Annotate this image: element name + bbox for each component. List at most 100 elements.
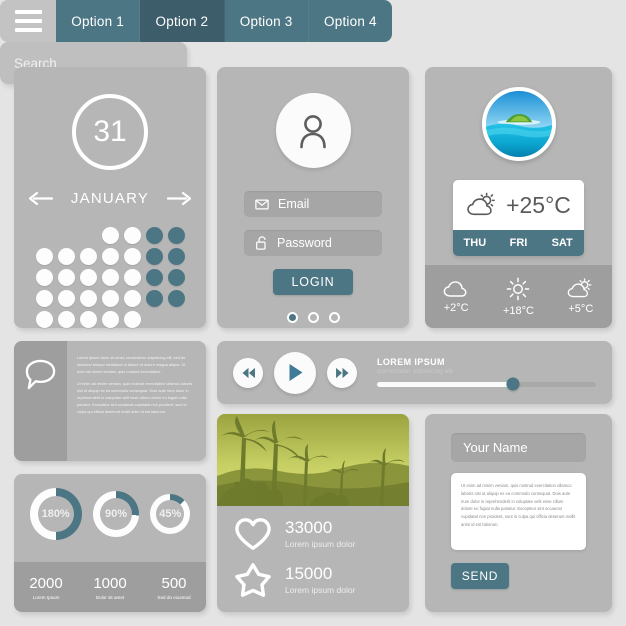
weather-forecast-row: +2°C +18°C +5°C bbox=[425, 265, 612, 328]
calendar-day-grid[interactable] bbox=[33, 225, 187, 330]
calendar-day-number: 31 bbox=[72, 94, 148, 170]
star-icon bbox=[235, 563, 271, 597]
arrow-left-icon bbox=[28, 191, 53, 206]
stat-label-1: Lorem Ipsum bbox=[32, 594, 60, 600]
player-progress-bar[interactable] bbox=[377, 377, 596, 391]
calendar-day-dot[interactable] bbox=[57, 311, 75, 328]
calendar-day-dot[interactable] bbox=[35, 311, 53, 328]
player-progress-handle[interactable] bbox=[506, 377, 520, 391]
calendar-month-nav: JANUARY bbox=[14, 190, 206, 207]
stat-value-2: 1000 bbox=[93, 574, 127, 592]
calendar-day-dot[interactable] bbox=[145, 290, 163, 307]
stat-cell-3: 500 Sed do eiusmod bbox=[142, 562, 206, 612]
calendar-prev-button[interactable] bbox=[27, 191, 53, 206]
heart-icon bbox=[235, 518, 271, 550]
calendar-day-dot[interactable] bbox=[35, 290, 53, 307]
forecast-temp-1: +2°C bbox=[443, 301, 469, 314]
stat-value-1: 2000 bbox=[29, 574, 63, 592]
island-photo-graphic bbox=[485, 91, 552, 157]
calendar-day-dot[interactable] bbox=[167, 290, 185, 307]
forecast-cell-2: +18°C bbox=[487, 265, 549, 328]
login-widget: Email Password LOGIN bbox=[217, 67, 409, 328]
calendar-day-dot[interactable] bbox=[101, 311, 119, 328]
calendar-day-dot[interactable] bbox=[101, 227, 119, 244]
password-field[interactable]: Password bbox=[244, 230, 382, 256]
calendar-day-dot[interactable] bbox=[123, 248, 141, 265]
nav-option-3[interactable]: Option 3 bbox=[224, 0, 309, 42]
weather-widget: +25°C THU FRI SAT +2°C +18°C +5°C bbox=[425, 67, 612, 328]
calendar-day-dot[interactable] bbox=[123, 290, 141, 307]
stat-value-3: 500 bbox=[161, 574, 187, 592]
calendar-day-dot[interactable] bbox=[79, 311, 97, 328]
weather-day-thu[interactable]: THU bbox=[453, 230, 497, 256]
calendar-day-dot[interactable] bbox=[145, 269, 163, 286]
weather-day-sat[interactable]: SAT bbox=[540, 230, 584, 256]
weather-temperature: +25°C bbox=[506, 191, 571, 218]
calendar-next-button[interactable] bbox=[167, 191, 193, 206]
donut-label-3: 45% bbox=[159, 508, 182, 520]
stat-cell-2: 1000 Dolor sit amet bbox=[78, 562, 142, 612]
player-next-button[interactable] bbox=[327, 357, 357, 388]
calendar-day-dot[interactable] bbox=[57, 290, 75, 307]
calendar-day-dot[interactable] bbox=[79, 248, 97, 265]
photo-stat-label-1: Lorem ipsum dolor bbox=[285, 538, 356, 549]
calendar-day-dot[interactable] bbox=[57, 269, 75, 286]
forecast-temp-3: +5°C bbox=[568, 303, 594, 315]
photo-stat-value-2: 15000 bbox=[285, 564, 333, 584]
pager-dot-3[interactable] bbox=[328, 312, 340, 323]
calendar-day-empty bbox=[168, 311, 185, 328]
calendar-day-dot[interactable] bbox=[79, 269, 97, 286]
calendar-widget: 31 JANUARY bbox=[14, 67, 206, 328]
calendar-day-dot[interactable] bbox=[57, 248, 75, 265]
calendar-day-dot[interactable] bbox=[101, 248, 119, 265]
send-button[interactable]: SEND bbox=[451, 563, 509, 589]
nav-option-2[interactable]: Option 2 bbox=[140, 0, 225, 42]
password-field-label: Password bbox=[277, 236, 332, 250]
calendar-day-dot[interactable] bbox=[123, 311, 141, 328]
calendar-day-dot[interactable] bbox=[167, 269, 185, 286]
comment-paragraph-2: Ut enim ad minim veniam, quis nostrud ex… bbox=[77, 381, 193, 414]
sun-cloud-icon bbox=[467, 192, 495, 216]
calendar-day-dot[interactable] bbox=[167, 248, 185, 265]
stat-label-2: Dolor sit amet bbox=[95, 594, 125, 600]
message-textarea[interactable]: Ut enim ad minim veniam, quis nostrud ex… bbox=[451, 473, 586, 550]
play-icon bbox=[289, 364, 302, 381]
media-player: LOREM IPSUM consectetur adipisicing elit bbox=[217, 341, 612, 404]
comment-text: Lorem ipsum dolor sit amet, consectetur … bbox=[67, 341, 206, 461]
rewind-icon bbox=[242, 367, 255, 378]
calendar-day-dot[interactable] bbox=[123, 269, 141, 286]
calendar-day-dot[interactable] bbox=[101, 290, 119, 307]
calendar-day-dot[interactable] bbox=[101, 269, 119, 286]
stats-widget: 180% 90% 45% 2000 Lorem Ipsum 1000 Dolor s… bbox=[14, 474, 206, 612]
calendar-day-dot[interactable] bbox=[123, 227, 141, 244]
photo-stat-row-2: 15000 Lorem ipsum dolor bbox=[217, 551, 409, 598]
forecast-cell-1: +2°C bbox=[425, 265, 487, 328]
calendar-day-dot[interactable] bbox=[145, 227, 163, 244]
weather-current-box: +25°C THU FRI SAT bbox=[453, 180, 584, 256]
hamburger-menu-icon[interactable] bbox=[0, 0, 56, 42]
player-play-button[interactable] bbox=[274, 351, 316, 394]
email-field[interactable]: Email bbox=[244, 191, 382, 217]
donut-chart-group: 180% 90% 45% bbox=[14, 474, 206, 540]
calendar-day-dot[interactable] bbox=[145, 248, 163, 265]
forecast-cell-3: +5°C bbox=[550, 265, 612, 328]
stat-label-3: Sed do eiusmod bbox=[157, 594, 191, 600]
calendar-day-dot[interactable] bbox=[35, 248, 53, 265]
calendar-day-empty bbox=[36, 227, 53, 244]
navigation-bar: Option 1 Option 2 Option 3 Option 4 bbox=[0, 0, 392, 42]
calendar-day-dot[interactable] bbox=[167, 227, 185, 244]
calendar-day-empty bbox=[80, 227, 97, 244]
comment-icon-strip bbox=[14, 341, 67, 461]
name-input[interactable] bbox=[451, 433, 586, 462]
pager-dot-2[interactable] bbox=[307, 312, 319, 323]
stat-cell-1: 2000 Lorem Ipsum bbox=[14, 562, 78, 612]
weather-day-fri[interactable]: FRI bbox=[497, 230, 541, 256]
player-prev-button[interactable] bbox=[233, 357, 263, 388]
calendar-day-dot[interactable] bbox=[35, 269, 53, 286]
player-progress-fill bbox=[377, 381, 513, 387]
pager-dot-1[interactable] bbox=[286, 312, 298, 323]
nav-option-1[interactable]: Option 1 bbox=[56, 0, 141, 42]
login-button[interactable]: LOGIN bbox=[273, 269, 353, 295]
nav-option-4[interactable]: Option 4 bbox=[308, 0, 392, 42]
calendar-day-dot[interactable] bbox=[79, 290, 97, 307]
